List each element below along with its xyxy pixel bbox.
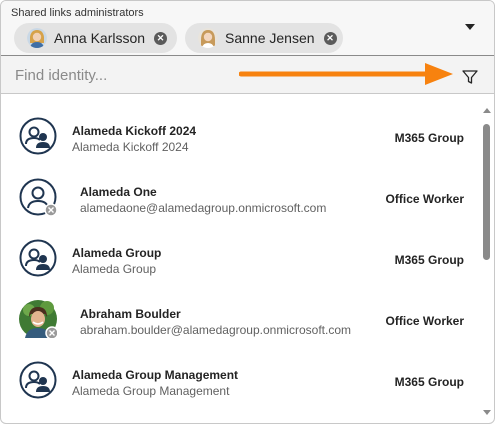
- selected-administrators-field[interactable]: Shared links administrators Anna Karlsso…: [1, 1, 494, 55]
- avatar: [27, 28, 47, 48]
- chip-anna-karlsson[interactable]: Anna Karlsson ✕: [14, 23, 177, 53]
- identity-picker: Shared links administrators Anna Karlsso…: [0, 0, 495, 424]
- results-list: Alameda Kickoff 2024 Alameda Kickoff 202…: [1, 95, 481, 423]
- result-primary: Alameda Group: [72, 246, 162, 260]
- result-type: M365 Group: [394, 375, 464, 389]
- result-primary: Abraham Boulder: [80, 307, 181, 321]
- result-primary: Alameda One: [80, 185, 157, 199]
- scroll-up-arrow-icon[interactable]: [483, 108, 491, 113]
- result-secondary: abraham.boulder@alamedagroup.onmicrosoft…: [80, 323, 351, 337]
- dismiss-circle-icon[interactable]: ✕: [323, 31, 337, 45]
- chip-sanne-jensen[interactable]: Sanne Jensen ✕: [185, 23, 343, 53]
- result-type: Office Worker: [385, 192, 464, 206]
- chip-name: Anna Karlsson: [54, 30, 146, 46]
- list-item[interactable]: Alameda Group Management Alameda Group M…: [1, 352, 481, 412]
- scroll-down-arrow-icon[interactable]: [483, 410, 491, 415]
- filter-icon[interactable]: [460, 67, 480, 87]
- result-type: Office Worker: [385, 314, 464, 328]
- arrow-annotation-icon: [239, 63, 453, 85]
- chip-name: Sanne Jensen: [225, 30, 315, 46]
- list-item[interactable]: Alameda Kickoff 2024 Alameda Kickoff 202…: [1, 108, 481, 168]
- scrollbar-thumb[interactable]: [483, 124, 490, 260]
- result-secondary: alamedaone@alamedagroup.onmicrosoft.com: [80, 201, 327, 215]
- result-primary: Alameda Kickoff 2024: [72, 124, 197, 138]
- group-icon: [19, 117, 57, 155]
- person-icon: [19, 178, 57, 216]
- result-secondary: Alameda Kickoff 2024: [72, 140, 189, 154]
- result-secondary: Alameda Group Management: [72, 384, 230, 398]
- list-item[interactable]: Alameda One alamedaone@alamedagroup.onmi…: [1, 169, 481, 229]
- list-item[interactable]: Abraham Boulder abraham.boulder@alamedag…: [1, 291, 481, 351]
- result-primary: Alameda Group Management: [72, 368, 239, 382]
- result-type: M365 Group: [394, 131, 464, 145]
- person-photo: [19, 300, 57, 338]
- group-icon: [19, 239, 57, 277]
- group-icon: [19, 361, 57, 399]
- result-secondary: Alameda Group: [72, 262, 157, 276]
- avatar: [198, 28, 218, 48]
- result-type: M365 Group: [394, 253, 464, 267]
- list-item[interactable]: Alameda Group Alameda Group M365 Group: [1, 230, 481, 290]
- field-label: Shared links administrators: [11, 7, 144, 19]
- dismiss-circle-icon[interactable]: ✕: [154, 31, 168, 45]
- caret-down-icon[interactable]: [465, 24, 475, 30]
